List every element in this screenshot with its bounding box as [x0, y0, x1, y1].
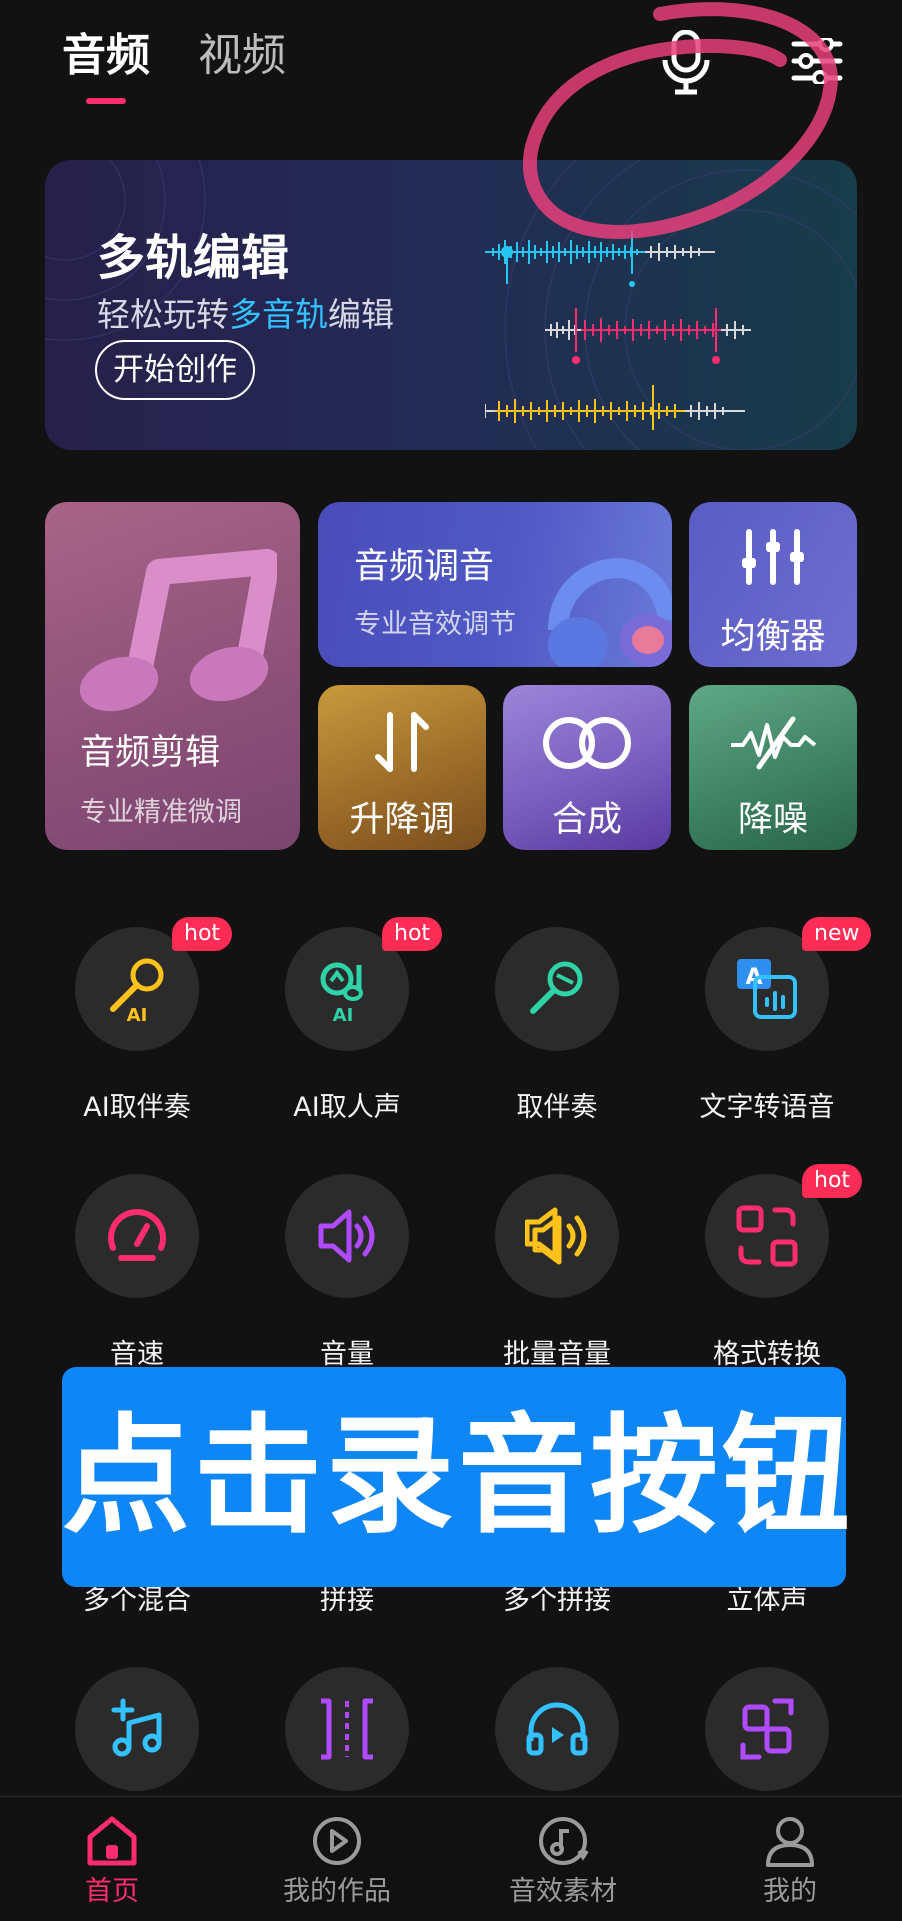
tool-label: AI取伴奏 [83, 1092, 191, 1123]
equalizer-label: 均衡器 [720, 617, 826, 657]
nav-label: 我的作品 [283, 1876, 391, 1907]
banner-title: 多轨编辑 [97, 230, 290, 286]
tool-icon-bg [495, 927, 619, 1051]
nav-my-works[interactable]: 我的作品 [237, 1797, 437, 1921]
tool-label: 音速 [110, 1339, 164, 1370]
ai-vocal-extract-icon: AI [320, 962, 363, 1021]
audio-tune-label: 音频调音 [354, 547, 495, 587]
audio-tune-tile[interactable]: 音频调音 专业音效调节 [318, 502, 672, 667]
overlapping-circles-icon [543, 717, 631, 769]
tool-icon-bg [495, 1174, 619, 1298]
denoise-tile[interactable]: 降噪 [689, 685, 857, 850]
start-create-button[interactable]: 开始创作 [95, 340, 255, 400]
hot-badge: hot [802, 1164, 863, 1198]
active-tab-indicator [86, 98, 126, 104]
tool-icon-bg [75, 1174, 199, 1298]
tool-label: 音量 [320, 1339, 374, 1370]
music-download-icon [539, 1817, 589, 1865]
tool-icon-bg [75, 1667, 199, 1791]
tab-audio[interactable]: 音频 [62, 26, 150, 86]
nav-home[interactable]: 首页 [12, 1797, 212, 1921]
play-circle-icon [313, 1817, 361, 1865]
add-music-icon [111, 1698, 162, 1757]
tool-label: 格式转换 [713, 1339, 821, 1370]
tool-label: AI取人声 [293, 1092, 401, 1123]
new-badge: new [802, 917, 872, 951]
bottom-navigation: 首页 我的作品 音效素材 我的 [0, 1796, 902, 1921]
headphone-play-icon [526, 1702, 588, 1756]
speedometer-icon [108, 1209, 166, 1261]
noise-reduction-icon [731, 716, 817, 770]
denoise-label: 降噪 [737, 800, 808, 840]
split-icon [321, 1698, 373, 1760]
tool-label: 取伴奏 [516, 1092, 598, 1123]
ai-karaoke-mic-icon: AI [110, 958, 164, 1021]
tool-icon-bg [285, 1174, 409, 1298]
user-icon [766, 1817, 814, 1867]
tool-label: 文字转语音 [699, 1092, 835, 1123]
batch-volume-icon [525, 1207, 587, 1265]
hot-badge: hot [382, 917, 443, 951]
pitch-label: 升降调 [349, 800, 455, 840]
nav-label: 我的 [763, 1876, 817, 1907]
svg-text:AI: AI [127, 1005, 148, 1021]
karaoke-mic-icon [530, 961, 583, 1014]
home-icon [87, 1816, 137, 1866]
audio-edit-tile[interactable]: 音频剪辑 专业精准微调 [45, 502, 300, 850]
mix-label: 合成 [551, 800, 622, 840]
music-note-icon [79, 549, 277, 712]
tool-icon-bg [285, 1667, 409, 1791]
nav-label: 首页 [85, 1876, 139, 1907]
audio-edit-sub: 专业精准微调 [80, 797, 242, 828]
pitch-tile[interactable]: 升降调 [318, 685, 486, 850]
equalizer-icon [742, 529, 804, 585]
headphones-icon [548, 558, 672, 667]
text-to-speech-icon: A [737, 959, 797, 1019]
volume-icon [318, 1209, 375, 1263]
nav-sound-assets[interactable]: 音效素材 [463, 1797, 663, 1921]
instruction-overlay: 点击录音按钮 [62, 1367, 850, 1587]
equalizer-tile[interactable]: 均衡器 [689, 502, 857, 667]
mix-tile[interactable]: 合成 [503, 685, 671, 850]
tool-label: 批量音量 [503, 1339, 611, 1370]
swap-convert-icon [740, 1698, 794, 1760]
nav-label: 音效素材 [509, 1876, 617, 1907]
up-down-arrows-icon [375, 712, 429, 772]
annotation-circle [522, 2, 838, 240]
audio-tune-sub: 专业音效调节 [354, 609, 516, 640]
nav-me[interactable]: 我的 [690, 1797, 890, 1921]
tool-icon-bg [495, 1667, 619, 1791]
tool-icon-bg [705, 1667, 829, 1791]
tab-video[interactable]: 视频 [198, 26, 286, 86]
format-convert-icon [736, 1205, 798, 1267]
audio-edit-label: 音频剪辑 [80, 733, 221, 773]
hot-badge: hot [172, 917, 233, 951]
banner-subtitle: 轻松玩转多音轨编辑 [97, 295, 394, 334]
svg-text:AI: AI [333, 1005, 354, 1021]
